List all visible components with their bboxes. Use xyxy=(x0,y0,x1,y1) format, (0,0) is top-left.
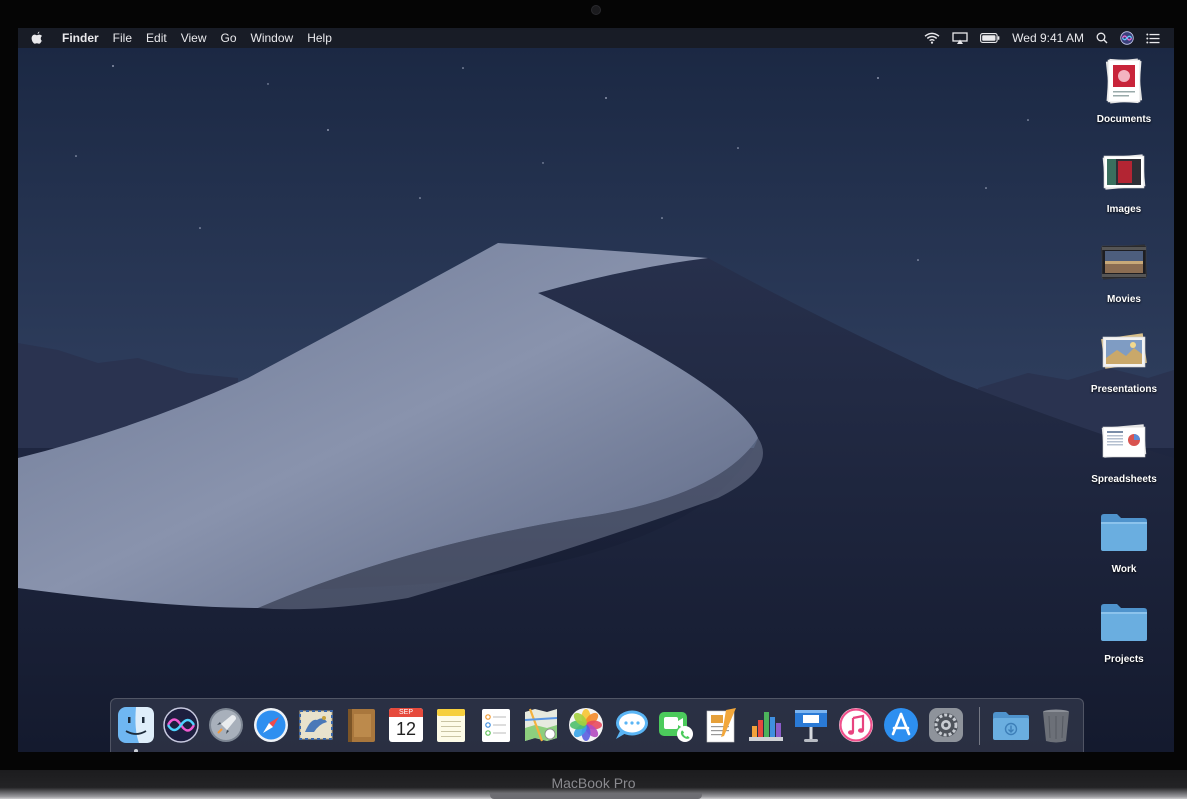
desktop-item-presentations[interactable]: Presentations xyxy=(1086,326,1162,395)
menu-go[interactable]: Go xyxy=(214,28,244,48)
clock[interactable]: Wed 9:41 AM xyxy=(1012,31,1084,45)
dock-item-notes[interactable] xyxy=(432,706,470,744)
apple-menu[interactable] xyxy=(18,28,56,48)
desktop-item-documents[interactable]: Documents xyxy=(1086,56,1162,125)
pages-icon xyxy=(706,708,736,743)
dock-item-itunes[interactable] xyxy=(837,706,875,744)
dock: SEP 12 xyxy=(110,698,1084,752)
menu-window[interactable]: Window xyxy=(244,28,301,48)
desktop-item-work[interactable]: Work xyxy=(1086,506,1162,575)
wifi-icon xyxy=(924,32,940,44)
status-area: Wed 9:41 AM xyxy=(912,28,1174,48)
list-icon xyxy=(1146,33,1160,43)
maps-icon xyxy=(524,708,558,742)
dock-item-downloads-folder[interactable] xyxy=(991,706,1029,744)
dock-item-maps[interactable] xyxy=(522,706,560,744)
images-stack-icon xyxy=(1098,146,1150,198)
documents-stack-icon xyxy=(1098,56,1150,108)
dock-item-reminders[interactable] xyxy=(477,706,515,744)
presentations-stack-icon xyxy=(1098,326,1150,378)
camera-icon xyxy=(591,5,601,15)
desktop-item-label: Spreadsheets xyxy=(1091,474,1157,485)
desktop-item-images[interactable]: Images xyxy=(1086,146,1162,215)
facetime-icon xyxy=(659,712,693,742)
dock-item-app-store[interactable] xyxy=(882,706,920,744)
dock-item-facetime[interactable] xyxy=(657,706,695,744)
dock-item-keynote[interactable] xyxy=(792,706,830,744)
dock-item-safari[interactable] xyxy=(252,706,290,744)
desktop-item-label: Images xyxy=(1106,204,1142,215)
calendar-day: 12 xyxy=(395,719,417,739)
dock-item-messages[interactable] xyxy=(612,706,650,744)
apple-icon xyxy=(31,31,43,44)
finder-icon xyxy=(118,707,154,743)
contacts-book-icon xyxy=(348,709,375,742)
desktop-item-label: Presentations xyxy=(1090,384,1158,395)
dock-item-system-preferences[interactable] xyxy=(927,706,965,744)
dock-item-photos[interactable] xyxy=(567,706,605,744)
movies-stack-icon xyxy=(1098,236,1150,288)
spreadsheets-stack-icon xyxy=(1098,416,1150,468)
hinge-notch xyxy=(490,793,702,799)
menu-bar: Finder File Edit View Go Window Help Wed… xyxy=(18,28,1174,48)
siri-button[interactable] xyxy=(1120,28,1134,48)
compass-icon xyxy=(254,708,288,742)
menu-view[interactable]: View xyxy=(174,28,214,48)
desktop-item-label: Projects xyxy=(1104,654,1144,665)
desktop-item-label: Movies xyxy=(1107,294,1141,305)
folder-icon xyxy=(1098,596,1150,648)
gear-icon xyxy=(929,708,963,742)
dock-separator xyxy=(979,707,980,745)
calendar-month: SEP xyxy=(389,708,423,717)
dock-item-contacts[interactable] xyxy=(342,706,380,744)
folder-icon xyxy=(1098,506,1150,558)
wifi-status[interactable] xyxy=(924,28,940,48)
app-store-icon xyxy=(884,708,918,742)
dock-item-calendar[interactable]: SEP 12 xyxy=(387,706,425,744)
menu-help[interactable]: Help xyxy=(300,28,339,48)
menu-finder[interactable]: Finder xyxy=(56,28,106,48)
dock-item-numbers[interactable] xyxy=(747,706,785,744)
desktop-item-label: Work xyxy=(1111,564,1137,575)
menu-file[interactable]: File xyxy=(106,28,139,48)
desktop-item-spreadsheets[interactable]: Spreadsheets xyxy=(1086,416,1162,485)
dock-item-launchpad[interactable] xyxy=(207,706,245,744)
reminders-icon xyxy=(482,709,510,742)
trash-icon xyxy=(1043,709,1069,743)
notes-icon xyxy=(437,709,465,742)
siri-icon xyxy=(163,707,199,743)
photos-icon xyxy=(569,708,603,742)
dock-item-trash[interactable] xyxy=(1037,706,1075,744)
desktop-screen: Finder File Edit View Go Window Help Wed… xyxy=(18,28,1174,752)
airplay-icon xyxy=(952,32,968,44)
dock-item-pages[interactable] xyxy=(702,706,740,744)
spotlight-button[interactable] xyxy=(1096,28,1108,48)
dock-item-siri[interactable] xyxy=(162,706,200,744)
calendar-icon: SEP 12 xyxy=(389,708,423,742)
messages-icon xyxy=(616,710,648,739)
keynote-icon xyxy=(795,710,827,742)
mail-icon xyxy=(299,710,333,740)
dock-item-mail[interactable] xyxy=(297,706,335,744)
search-icon xyxy=(1096,32,1108,44)
music-note-icon xyxy=(839,708,873,742)
downloads-folder-icon xyxy=(993,712,1029,740)
menu-edit[interactable]: Edit xyxy=(139,28,174,48)
battery-icon xyxy=(980,33,1000,43)
desktop-item-movies[interactable]: Movies xyxy=(1086,236,1162,305)
device-label: MacBook Pro xyxy=(551,775,636,791)
notification-center-button[interactable] xyxy=(1146,28,1160,48)
desktop-item-label: Documents xyxy=(1096,114,1152,125)
dock-item-finder[interactable] xyxy=(117,706,155,752)
wallpaper xyxy=(18,28,1174,752)
battery-status[interactable] xyxy=(980,28,1000,48)
airplay-status[interactable] xyxy=(952,28,968,48)
desktop-item-projects[interactable]: Projects xyxy=(1086,596,1162,665)
running-indicator xyxy=(134,749,138,752)
siri-icon xyxy=(1120,31,1134,45)
bar-chart-icon xyxy=(749,712,783,741)
rocket-icon xyxy=(209,708,243,742)
